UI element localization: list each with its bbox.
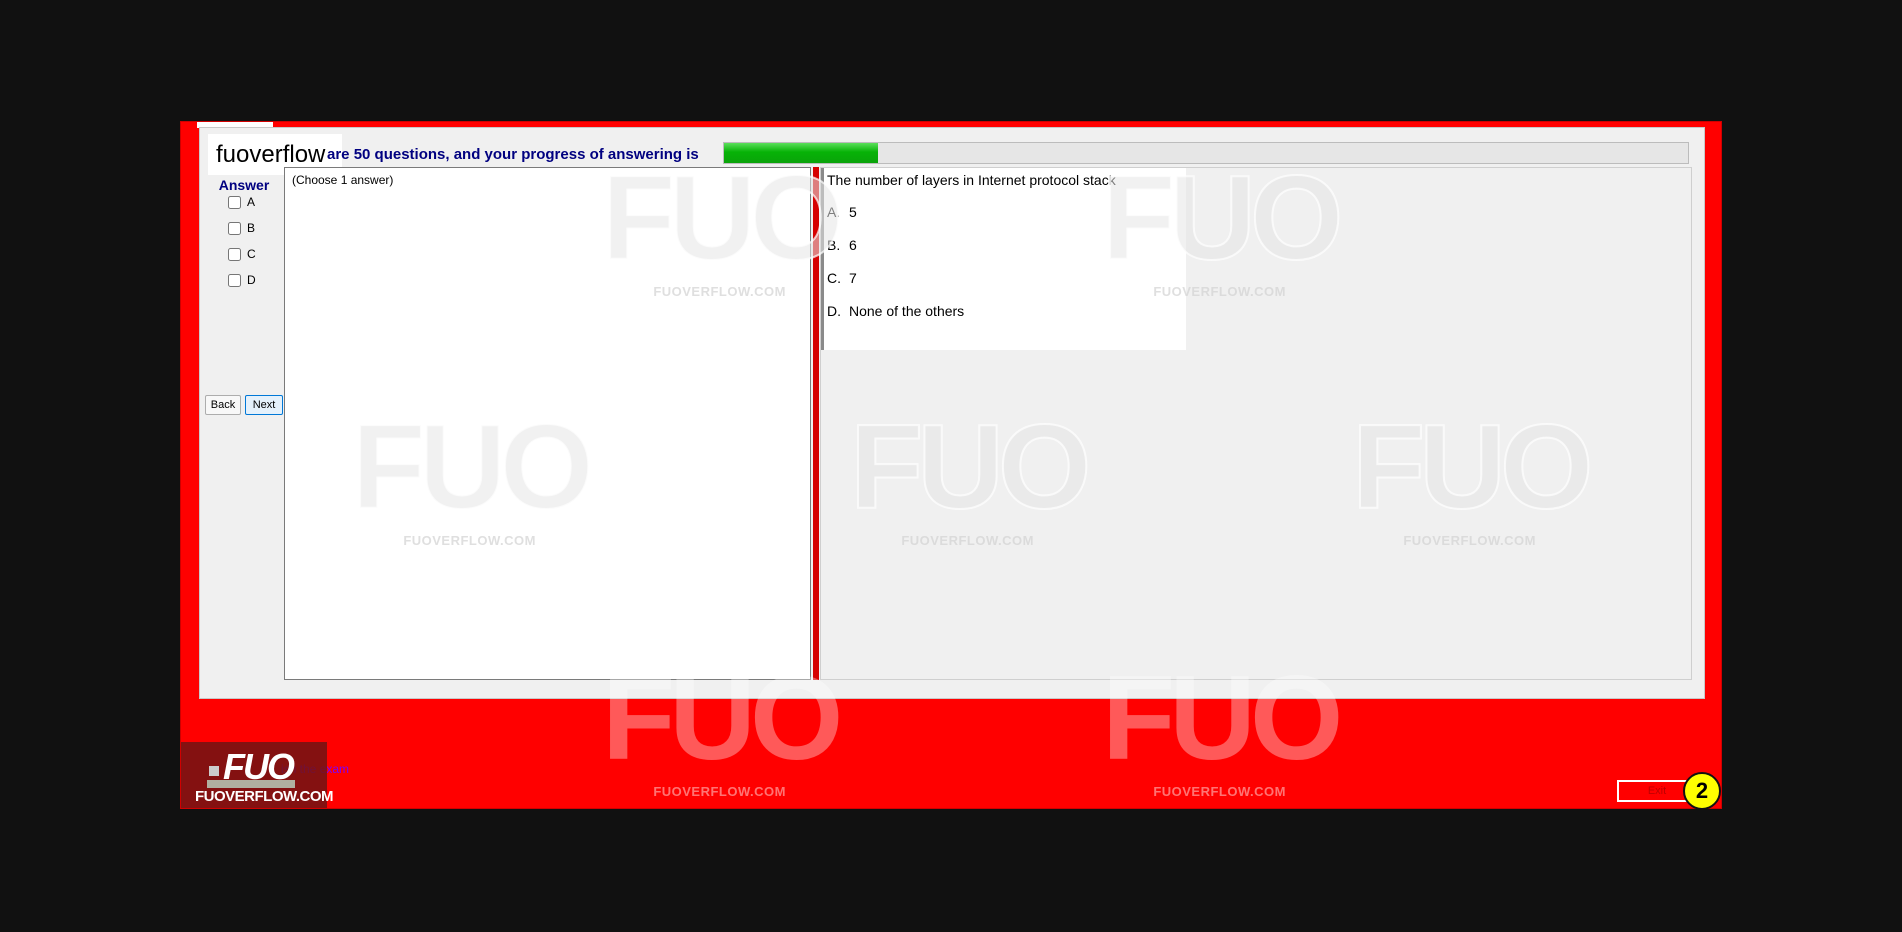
main-panel: fuoverflow are 50 questions, and your pr…: [199, 127, 1705, 699]
next-button[interactable]: Next: [245, 395, 283, 415]
logo-site: FUOVERFLOW.COM: [195, 788, 334, 805]
option-label: C: [247, 247, 256, 261]
option-a[interactable]: A: [228, 195, 255, 209]
page-badge: 2: [1683, 772, 1721, 810]
question-choice: C. 7: [827, 270, 857, 286]
question-choice: D. None of the others: [827, 303, 964, 319]
choice-letter: A.: [827, 204, 841, 220]
choice-text: 7: [849, 270, 857, 286]
choice-letter: B.: [827, 237, 841, 253]
option-b[interactable]: B: [228, 221, 255, 235]
option-d[interactable]: D: [228, 273, 256, 287]
splitter[interactable]: [813, 167, 819, 680]
option-c[interactable]: C: [228, 247, 256, 261]
finish-checkbox-icon: [209, 766, 219, 776]
back-button[interactable]: Back: [205, 395, 241, 415]
exam-window: fuoverflow are 50 questions, and your pr…: [180, 121, 1722, 810]
fuo-logo: FUO FUOVERFLOW.COM: [181, 742, 334, 808]
choose-hint: (Choose 1 answer): [292, 173, 394, 187]
logo-text: FUO: [223, 746, 295, 787]
option-label: B: [247, 221, 256, 235]
choice-text: 6: [849, 237, 857, 253]
checkbox-icon[interactable]: [228, 247, 241, 261]
question-choice: B. 6: [827, 237, 857, 253]
choice-letter: C.: [827, 270, 841, 286]
option-label: A: [247, 195, 256, 209]
choice-text: 5: [849, 204, 857, 220]
progress-bar: [723, 142, 1689, 164]
answer-textbox[interactable]: (Choose 1 answer): [284, 167, 811, 680]
choice-text: None of the others: [849, 303, 965, 319]
checkbox-icon[interactable]: [228, 273, 241, 287]
option-label: D: [247, 273, 256, 287]
progress-fill: [724, 143, 879, 163]
checkbox-icon[interactable]: [228, 195, 241, 209]
checkbox-icon[interactable]: [228, 221, 241, 235]
progress-label: are 50 questions, and your progress of a…: [327, 146, 699, 163]
question-box: The number of layers in Internet protoco…: [821, 168, 1186, 350]
question-area: The number of layers in Internet protoco…: [820, 167, 1692, 680]
question-text: The number of layers in Internet protoco…: [827, 172, 1116, 188]
question-choice: A. 5: [827, 204, 857, 220]
answer-title: Answer: [218, 177, 270, 193]
choice-letter: D.: [827, 303, 841, 319]
